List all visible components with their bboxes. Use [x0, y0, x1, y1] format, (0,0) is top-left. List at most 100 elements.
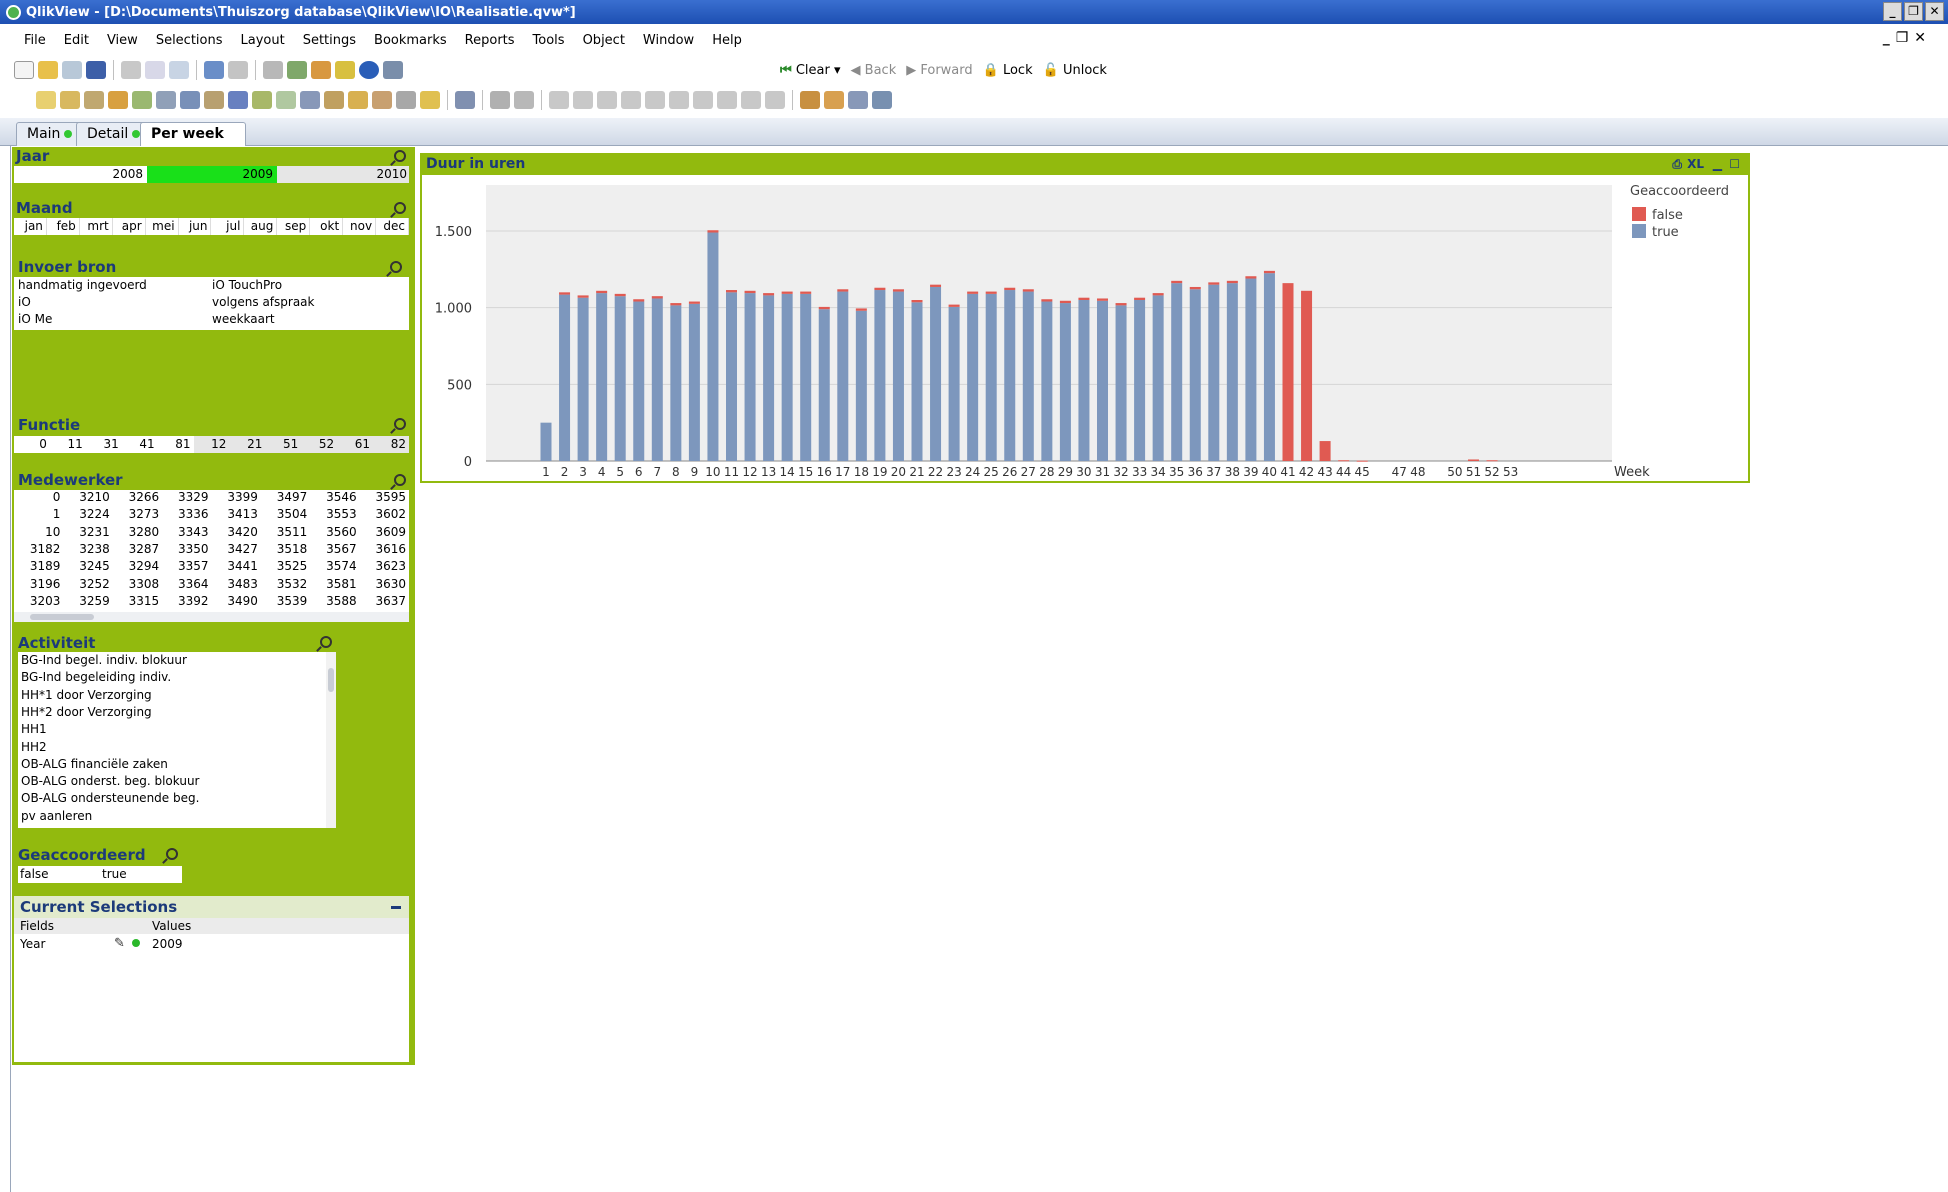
medewerker-item[interactable]: 3525 — [261, 559, 310, 573]
medewerker-item[interactable]: 3539 — [261, 594, 310, 608]
unlock-button[interactable]: 🔓 Unlock — [1043, 63, 1107, 78]
help-icon[interactable] — [359, 61, 379, 79]
medewerker-item[interactable]: 3574 — [310, 559, 359, 573]
new-document-icon[interactable] — [14, 61, 34, 79]
maand-item[interactable]: feb — [47, 218, 80, 235]
medewerker-item[interactable]: 3336 — [162, 507, 211, 521]
functie-item[interactable]: 61 — [337, 436, 374, 453]
medewerker-item[interactable]: 3196 — [14, 577, 63, 591]
medewerker-item[interactable]: 3287 — [113, 542, 162, 556]
functie-item[interactable]: 41 — [122, 436, 158, 453]
new-sheet-icon[interactable] — [36, 91, 56, 109]
current-selections-icon[interactable] — [276, 91, 296, 109]
medewerker-item[interactable]: 3350 — [162, 542, 211, 556]
vertical-scrollbar[interactable] — [326, 652, 336, 828]
search-icon[interactable] — [320, 636, 332, 648]
medewerker-item[interactable]: 3637 — [360, 594, 409, 608]
menu-edit[interactable]: Edit — [64, 33, 89, 48]
medewerker-item[interactable]: 3273 — [113, 507, 162, 521]
tab-per-week[interactable]: Per week — [140, 122, 246, 147]
jaar-item-2009-selected[interactable]: 2009 — [147, 166, 277, 183]
medewerker-item[interactable]: 3224 — [63, 507, 112, 521]
table-box-icon[interactable] — [204, 91, 224, 109]
medewerker-item[interactable]: 3203 — [14, 594, 63, 608]
search-icon[interactable] — [166, 848, 178, 860]
functie-item[interactable]: 21 — [229, 436, 266, 453]
line-object-icon[interactable] — [348, 91, 368, 109]
medewerker-item[interactable]: 3238 — [63, 542, 112, 556]
multibox-icon[interactable] — [180, 91, 200, 109]
medewerker-item[interactable]: 3245 — [63, 559, 112, 573]
medewerker-item[interactable]: 3511 — [261, 525, 310, 539]
medewerker-item[interactable]: 3252 — [63, 577, 112, 591]
xl-icon[interactable]: XL — [1687, 157, 1704, 171]
activiteit-item[interactable]: BG-Ind begeleiding indiv. — [21, 670, 171, 684]
medewerker-item[interactable]: 3504 — [261, 507, 310, 521]
medewerker-item[interactable]: 3441 — [212, 559, 261, 573]
statistics-box-icon[interactable] — [156, 91, 176, 109]
medewerker-item[interactable]: 3392 — [162, 594, 211, 608]
maand-item[interactable]: apr — [113, 218, 146, 235]
maand-item[interactable]: mrt — [80, 218, 113, 235]
menu-layout[interactable]: Layout — [241, 33, 285, 48]
jaar-item-2010[interactable]: 2010 — [277, 166, 409, 183]
medewerker-item[interactable]: 3189 — [14, 559, 63, 573]
print-icon[interactable]: ⎙ — [1672, 157, 1682, 172]
medewerker-item[interactable]: 3483 — [212, 577, 261, 591]
forward-button[interactable]: ▶ Forward — [906, 63, 972, 78]
medewerker-item[interactable]: 3364 — [162, 577, 211, 591]
sheet-properties-icon[interactable] — [60, 91, 80, 109]
save-icon[interactable] — [86, 61, 106, 79]
menu-file[interactable]: File — [24, 33, 46, 48]
invoer-item[interactable]: volgens afspraak — [212, 295, 315, 309]
close-window-button[interactable]: ✕ — [1925, 2, 1944, 21]
align-top-icon[interactable] — [669, 91, 689, 109]
activiteit-item[interactable]: HH*1 door Verzorging — [21, 688, 152, 702]
maand-item[interactable]: jun — [179, 218, 212, 235]
reload-icon[interactable] — [62, 61, 82, 79]
activiteit-item[interactable]: HH2 — [21, 740, 47, 754]
maand-item[interactable]: dec — [376, 218, 409, 235]
listbox-icon[interactable] — [132, 91, 152, 109]
medewerker-item[interactable]: 3427 — [212, 542, 261, 556]
search-object-icon[interactable] — [420, 91, 440, 109]
edit-script-icon[interactable] — [145, 61, 165, 79]
minimize-icon[interactable]: ▁ — [1713, 157, 1722, 171]
medewerker-item[interactable]: 3280 — [113, 525, 162, 539]
align-right-icon[interactable] — [597, 91, 617, 109]
menu-tools[interactable]: Tools — [533, 33, 565, 48]
functie-item[interactable]: 31 — [86, 436, 122, 453]
maand-item[interactable]: mei — [146, 218, 179, 235]
medewerker-item[interactable]: 3357 — [162, 559, 211, 573]
medewerker-item[interactable]: 3294 — [113, 559, 162, 573]
search-icon[interactable] — [394, 150, 406, 162]
medewerker-item[interactable]: 3210 — [63, 490, 112, 504]
medewerker-item[interactable]: 3329 — [162, 490, 211, 504]
align-bottom-icon[interactable] — [621, 91, 641, 109]
activiteit-item[interactable]: OB-ALG ondersteunende beg. — [21, 791, 199, 805]
invoer-item[interactable]: iO Me — [18, 312, 52, 326]
medewerker-item[interactable]: 10 — [14, 525, 63, 539]
promote-sheet-icon[interactable] — [108, 91, 128, 109]
restore-window-button[interactable]: ❐ — [1904, 2, 1923, 21]
functie-item[interactable]: 0 — [14, 436, 50, 453]
menu-settings[interactable]: Settings — [303, 33, 356, 48]
search-icon[interactable] — [394, 418, 406, 430]
medewerker-item[interactable]: 3553 — [310, 507, 359, 521]
search-icon[interactable] — [394, 202, 406, 214]
medewerker-item[interactable]: 3497 — [261, 490, 310, 504]
maand-item[interactable]: sep — [277, 218, 311, 235]
horizontal-scrollbar[interactable] — [14, 612, 409, 622]
document-properties-icon[interactable] — [848, 91, 868, 109]
invoer-item[interactable]: handmatig ingevoerd — [18, 278, 147, 292]
new-chart-icon[interactable] — [311, 61, 331, 79]
medewerker-item[interactable]: 3420 — [212, 525, 261, 539]
medewerker-item[interactable]: 3602 — [360, 507, 409, 521]
medewerker-item[interactable]: 3343 — [162, 525, 211, 539]
invoer-item[interactable]: iO TouchPro — [212, 278, 282, 292]
minimize-window-button[interactable]: _ — [1883, 2, 1902, 21]
maand-item[interactable]: aug — [244, 218, 278, 235]
menu-window[interactable]: Window — [643, 33, 694, 48]
medewerker-item[interactable]: 3595 — [360, 490, 409, 504]
menu-reports[interactable]: Reports — [465, 33, 515, 48]
